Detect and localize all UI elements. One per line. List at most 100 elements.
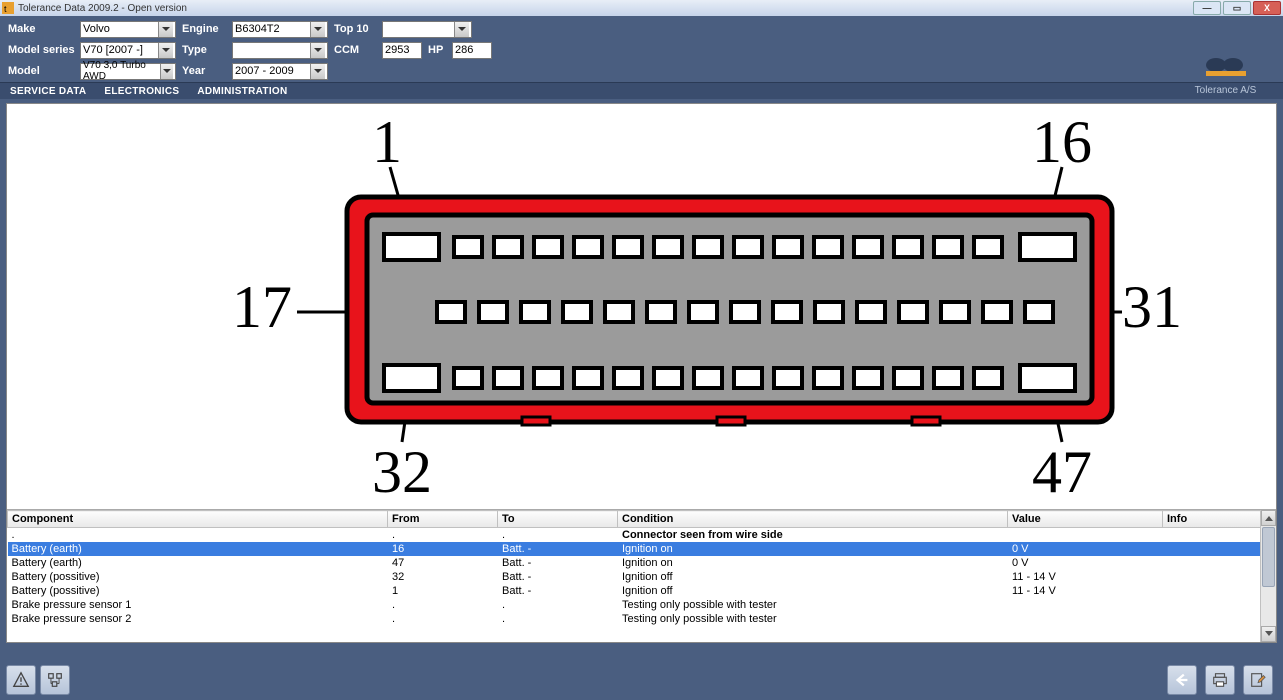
col-condition[interactable]: Condition <box>618 511 1008 528</box>
table-row[interactable]: Brake pressure sensor 2..Testing only po… <box>8 612 1276 626</box>
table-cell: Batt. - <box>498 584 618 598</box>
table-cell: Batt. - <box>498 570 618 584</box>
chevron-down-icon <box>310 43 325 58</box>
table-cell: 47 <box>388 556 498 570</box>
table-cell: 1 <box>388 584 498 598</box>
table-cell: 32 <box>388 570 498 584</box>
table-cell: . <box>388 612 498 626</box>
table-cell: . <box>498 528 618 543</box>
ccm-input[interactable]: 2953 <box>382 42 422 59</box>
table-cell: Battery (possitive) <box>8 584 388 598</box>
table-cell <box>1163 598 1276 612</box>
table-cell <box>1163 584 1276 598</box>
pin-label-31: 31 <box>1122 274 1182 340</box>
titlebar: t Tolerance Data 2009.2 - Open version —… <box>0 0 1283 16</box>
table-cell: Ignition on <box>618 542 1008 556</box>
table-cell <box>1163 556 1276 570</box>
top10-label: Top 10 <box>334 23 382 35</box>
table-cell: Connector seen from wire side <box>618 528 1008 543</box>
year-select[interactable]: 2007 - 2009 <box>232 63 328 80</box>
table-cell: 0 V <box>1008 542 1163 556</box>
diagram-button[interactable] <box>40 665 70 695</box>
brand-logo: Tolerance A/S <box>1178 14 1273 96</box>
app-icon: t <box>2 2 14 14</box>
table-cell <box>1008 598 1163 612</box>
type-select[interactable] <box>232 42 328 59</box>
table-cell: 11 - 14 V <box>1008 584 1163 598</box>
table-cell: . <box>388 528 498 543</box>
pin-label-17: 17 <box>232 274 292 340</box>
make-select[interactable]: Volvo <box>80 21 176 38</box>
make-label: Make <box>8 23 80 35</box>
edit-button[interactable] <box>1243 665 1273 695</box>
table-row[interactable]: Battery (earth)47Batt. -Ignition on0 V <box>8 556 1276 570</box>
model-series-label: Model series <box>8 44 80 56</box>
col-from[interactable]: From <box>388 511 498 528</box>
minimize-button[interactable]: — <box>1193 1 1221 15</box>
scroll-up-icon[interactable] <box>1261 510 1276 526</box>
chevron-down-icon <box>310 22 325 37</box>
content-panel: 1 16 17 31 32 47 <box>6 103 1277 643</box>
scroll-down-icon[interactable] <box>1261 626 1276 642</box>
table-cell <box>1163 570 1276 584</box>
table-cell: . <box>498 612 618 626</box>
scroll-thumb[interactable] <box>1262 527 1275 587</box>
table-cell <box>1008 612 1163 626</box>
table-cell: Battery (earth) <box>8 556 388 570</box>
table-cell <box>1163 612 1276 626</box>
table-cell: Battery (possitive) <box>8 570 388 584</box>
back-button[interactable] <box>1167 665 1197 695</box>
table-scrollbar[interactable] <box>1260 510 1276 642</box>
table-cell: Ignition on <box>618 556 1008 570</box>
chevron-down-icon <box>310 64 325 79</box>
table-cell: 11 - 14 V <box>1008 570 1163 584</box>
table-cell: . <box>388 598 498 612</box>
chevron-down-icon <box>454 22 469 37</box>
menu-administration[interactable]: ADMINISTRATION <box>197 86 287 97</box>
col-info[interactable]: Info <box>1163 511 1276 528</box>
year-label: Year <box>182 65 232 77</box>
pin-label-32: 32 <box>372 439 432 505</box>
engine-select[interactable]: B6304T2 <box>232 21 328 38</box>
table-cell: Battery (earth) <box>8 542 388 556</box>
vehicle-selector: MakeVolvo Model seriesV70 [2007 -] Model… <box>0 16 1283 82</box>
table-row[interactable]: Battery (earth)16Batt. -Ignition on0 V <box>8 542 1276 556</box>
pin-label-47: 47 <box>1032 439 1092 505</box>
menu-service-data[interactable]: SERVICE DATA <box>10 86 86 97</box>
menubar: SERVICE DATA ELECTRONICS ADMINISTRATION <box>0 82 1283 99</box>
table-row[interactable]: Brake pressure sensor 1..Testing only po… <box>8 598 1276 612</box>
top10-select[interactable] <box>382 21 472 38</box>
table-cell: Testing only possible with tester <box>618 612 1008 626</box>
menu-electronics[interactable]: ELECTRONICS <box>104 86 179 97</box>
table-cell <box>1008 528 1163 543</box>
col-value[interactable]: Value <box>1008 511 1163 528</box>
warning-button[interactable] <box>6 665 36 695</box>
model-select[interactable]: V70 3,0 Turbo AWD <box>80 63 176 80</box>
table-cell: Batt. - <box>498 556 618 570</box>
maximize-button[interactable]: ▭ <box>1223 1 1251 15</box>
table-row[interactable]: Battery (possitive)32Batt. -Ignition off… <box>8 570 1276 584</box>
pinout-table: Component From To Condition Value Info .… <box>7 509 1276 642</box>
type-label: Type <box>182 44 232 56</box>
hp-input[interactable]: 286 <box>452 42 492 59</box>
table-cell: . <box>498 598 618 612</box>
table-cell: Testing only possible with tester <box>618 598 1008 612</box>
print-button[interactable] <box>1205 665 1235 695</box>
table-cell: 0 V <box>1008 556 1163 570</box>
chevron-down-icon <box>160 64 173 79</box>
col-to[interactable]: To <box>498 511 618 528</box>
table-cell: Brake pressure sensor 1 <box>8 598 388 612</box>
ccm-label: CCM <box>334 44 382 56</box>
bottombar <box>0 660 1283 700</box>
table-cell: 16 <box>388 542 498 556</box>
window-title: Tolerance Data 2009.2 - Open version <box>18 3 187 14</box>
col-component[interactable]: Component <box>8 511 388 528</box>
chevron-down-icon <box>158 22 173 37</box>
pin-label-1: 1 <box>372 109 402 175</box>
table-cell: Ignition off <box>618 584 1008 598</box>
model-series-select[interactable]: V70 [2007 -] <box>80 42 176 59</box>
table-row[interactable]: Battery (possitive)1Batt. -Ignition off1… <box>8 584 1276 598</box>
table-cell: Batt. - <box>498 542 618 556</box>
close-button[interactable]: X <box>1253 1 1281 15</box>
table-cell <box>1163 528 1276 543</box>
